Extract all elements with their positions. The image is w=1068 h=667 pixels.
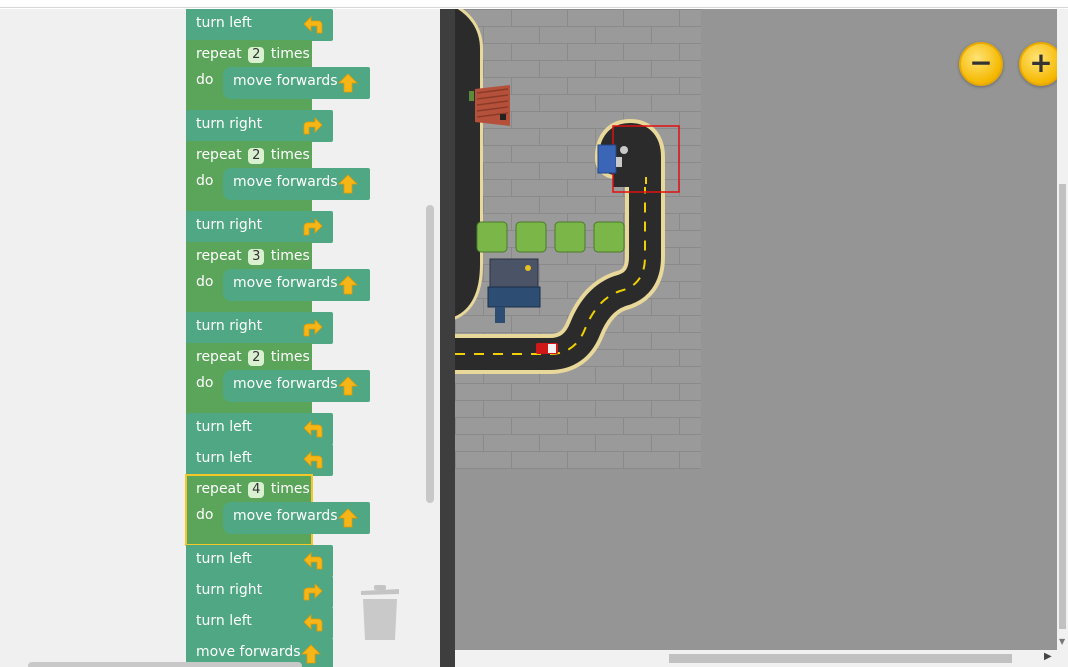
turn-right-arrow-icon xyxy=(303,583,323,601)
turn-right-block[interactable]: turn right xyxy=(186,576,333,608)
blockly-workspace[interactable]: turn left repeat 2 times do move forwards tu… xyxy=(0,9,440,667)
turn-left-block[interactable]: turn left xyxy=(186,444,333,476)
move-forwards-arrow-icon xyxy=(338,73,358,93)
move-forwards-block-label: move forwards xyxy=(233,73,338,89)
repeat-label: repeat xyxy=(196,349,247,365)
repeat-count-field[interactable]: 3 xyxy=(248,249,265,265)
move-forwards-block-label: move forwards xyxy=(233,508,338,524)
turn-left-block[interactable]: turn left xyxy=(186,607,333,639)
turn-left-block[interactable]: turn left xyxy=(186,9,333,41)
page-vertical-scrollbar[interactable]: ▼ xyxy=(1057,9,1068,650)
turn-right-block-label: turn right xyxy=(196,318,263,334)
top-strip xyxy=(0,0,1068,8)
move-forwards-block[interactable]: move forwards xyxy=(223,168,370,200)
repeat-count-field[interactable]: 2 xyxy=(248,148,265,164)
page-horizontal-scrollbar-thumb[interactable] xyxy=(669,654,1012,663)
repeat-header: repeat 2 times xyxy=(196,147,310,164)
times-label: times xyxy=(266,46,310,62)
turn-right-arrow-icon xyxy=(303,319,323,337)
move-forwards-arrow-icon xyxy=(301,644,321,664)
repeat-label: repeat xyxy=(196,46,247,62)
move-forwards-block-label: move forwards xyxy=(233,174,338,190)
turn-left-block-label: turn left xyxy=(196,419,252,435)
turn-right-block[interactable]: turn right xyxy=(186,211,333,243)
move-forwards-arrow-icon xyxy=(338,275,358,295)
turn-right-block[interactable]: turn right xyxy=(186,312,333,344)
van-icon xyxy=(536,343,558,354)
zoom-in-button[interactable]: + xyxy=(1019,42,1057,86)
turn-left-arrow-icon xyxy=(303,552,323,570)
turn-right-arrow-icon xyxy=(303,218,323,236)
turn-left-arrow-icon xyxy=(303,16,323,34)
workspace-horizontal-scrollbar[interactable] xyxy=(28,662,302,667)
workspace-vertical-scrollbar[interactable] xyxy=(426,205,434,503)
times-label: times xyxy=(266,248,310,264)
scroll-down-icon[interactable]: ▼ xyxy=(1059,637,1065,646)
repeat-count-field[interactable]: 2 xyxy=(248,47,265,63)
times-label: times xyxy=(266,147,310,163)
turn-right-block-label: turn right xyxy=(196,116,263,132)
zoom-out-button[interactable]: − xyxy=(959,42,1003,86)
move-forwards-arrow-icon xyxy=(338,174,358,194)
page-vertical-scrollbar-thumb[interactable] xyxy=(1059,184,1066,629)
do-label: do xyxy=(196,274,214,290)
scroll-right-icon[interactable]: ▶ xyxy=(1044,651,1052,662)
move-forwards-block-label: move forwards xyxy=(196,644,301,660)
repeat-header: repeat 2 times xyxy=(196,46,310,63)
game-map: − + xyxy=(455,9,1057,650)
map-canvas xyxy=(455,9,701,469)
turn-left-block-label: turn left xyxy=(196,450,252,466)
turn-left-block-label: turn left xyxy=(196,551,252,567)
trash-icon[interactable] xyxy=(358,583,402,643)
do-label: do xyxy=(196,507,214,523)
turn-left-block[interactable]: turn left xyxy=(186,413,333,445)
move-forwards-block[interactable]: move forwards xyxy=(223,67,370,99)
move-forwards-arrow-icon xyxy=(338,376,358,396)
repeat-count-field[interactable]: 4 xyxy=(248,482,265,498)
move-forwards-block-label: move forwards xyxy=(233,275,338,291)
repeat-header: repeat 3 times xyxy=(196,248,310,265)
turn-left-arrow-icon xyxy=(303,420,323,438)
move-forwards-arrow-icon xyxy=(338,508,358,528)
road-left xyxy=(455,9,483,320)
do-label: do xyxy=(196,173,214,189)
repeat-label: repeat xyxy=(196,481,247,497)
turn-left-arrow-icon xyxy=(303,451,323,469)
page-horizontal-scrollbar[interactable]: ▶ xyxy=(455,650,1068,667)
repeat-label: repeat xyxy=(196,248,247,264)
do-label: do xyxy=(196,72,214,88)
repeat-header: repeat 2 times xyxy=(196,349,310,366)
house-icon xyxy=(469,85,510,126)
turn-left-block-label: turn left xyxy=(196,613,252,629)
turn-left-block-label: turn left xyxy=(196,15,252,31)
pane-divider[interactable] xyxy=(440,9,455,667)
repeat-label: repeat xyxy=(196,147,247,163)
repeat-header: repeat 4 times xyxy=(196,481,310,498)
repeat-count-field[interactable]: 2 xyxy=(248,350,265,366)
do-label: do xyxy=(196,375,214,391)
times-label: times xyxy=(266,349,310,365)
turn-right-arrow-icon xyxy=(303,117,323,135)
turn-left-arrow-icon xyxy=(303,614,323,632)
turn-right-block[interactable]: turn right xyxy=(186,110,333,142)
move-forwards-block[interactable]: move forwards xyxy=(223,370,370,402)
move-forwards-block-label: move forwards xyxy=(233,376,338,392)
times-label: times xyxy=(266,481,310,497)
move-forwards-block[interactable]: move forwards xyxy=(223,269,370,301)
turn-right-block-label: turn right xyxy=(196,582,263,598)
turn-right-block-label: turn right xyxy=(196,217,263,233)
turn-left-block[interactable]: turn left xyxy=(186,545,333,577)
move-forwards-block[interactable]: move forwards xyxy=(223,502,370,534)
